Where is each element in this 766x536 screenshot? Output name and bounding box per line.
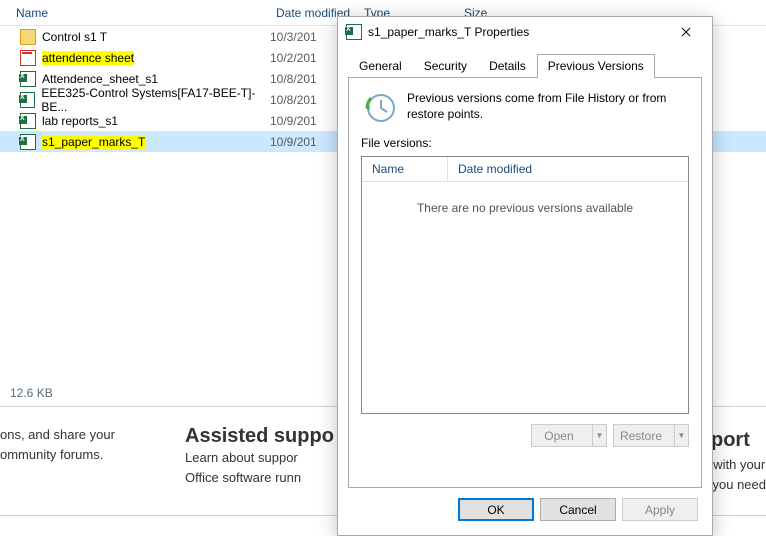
dialog-title: s1_paper_marks_T Properties [368, 25, 666, 39]
bottom-left-line2: ommunity forums. [0, 445, 185, 465]
tab-content: Previous versions come from File History… [348, 77, 702, 488]
history-icon [361, 90, 397, 126]
properties-dialog: s1_paper_marks_T Properties General Secu… [337, 16, 713, 536]
cancel-button[interactable]: Cancel [540, 498, 616, 521]
excel-icon [20, 134, 36, 150]
tab-general[interactable]: General [348, 54, 413, 78]
excel-icon [346, 24, 362, 40]
tab-previous-versions[interactable]: Previous Versions [537, 54, 655, 78]
tab-strip: General Security Details Previous Versio… [348, 53, 702, 77]
restore-button: Restore ▼ [613, 424, 689, 447]
tab-details[interactable]: Details [478, 54, 537, 78]
dialog-titlebar[interactable]: s1_paper_marks_T Properties [338, 17, 712, 47]
status-bar: 12.6 KB [10, 386, 53, 400]
open-button-label: Open [532, 429, 586, 443]
file-name: lab reports_s1 [42, 114, 118, 128]
dropdown-arrow-icon: ▼ [674, 425, 688, 446]
info-text: Previous versions come from File History… [407, 90, 689, 122]
ok-button[interactable]: OK [458, 498, 534, 521]
dropdown-arrow-icon: ▼ [592, 425, 606, 446]
bottom-left-line1: ons, and share your [0, 425, 185, 445]
file-name: s1_paper_marks_T [42, 135, 145, 149]
excel-icon [20, 92, 35, 108]
fv-column-name[interactable]: Name [362, 157, 448, 181]
close-button[interactable] [666, 18, 706, 46]
open-button: Open ▼ [531, 424, 607, 447]
file-name: Control s1 T [42, 30, 107, 44]
apply-button: Apply [622, 498, 698, 521]
pdf-icon [20, 50, 36, 66]
column-name[interactable]: Name [0, 2, 270, 24]
excel-icon [20, 113, 36, 129]
tab-security[interactable]: Security [413, 54, 478, 78]
file-versions-list[interactable]: Name Date modified There are no previous… [361, 156, 689, 414]
restore-button-label: Restore [614, 429, 668, 443]
folder-icon [20, 29, 36, 45]
excel-icon [20, 71, 36, 87]
fv-empty-message: There are no previous versions available [362, 201, 688, 215]
file-versions-label: File versions: [361, 136, 689, 150]
file-name: attendence sheet [42, 51, 134, 65]
fv-column-date[interactable]: Date modified [448, 157, 688, 181]
file-name: EEE325-Control Systems[FA17-BEE-T]-BE... [41, 86, 270, 114]
close-icon [681, 27, 691, 37]
file-name: Attendence_sheet_s1 [42, 72, 158, 86]
